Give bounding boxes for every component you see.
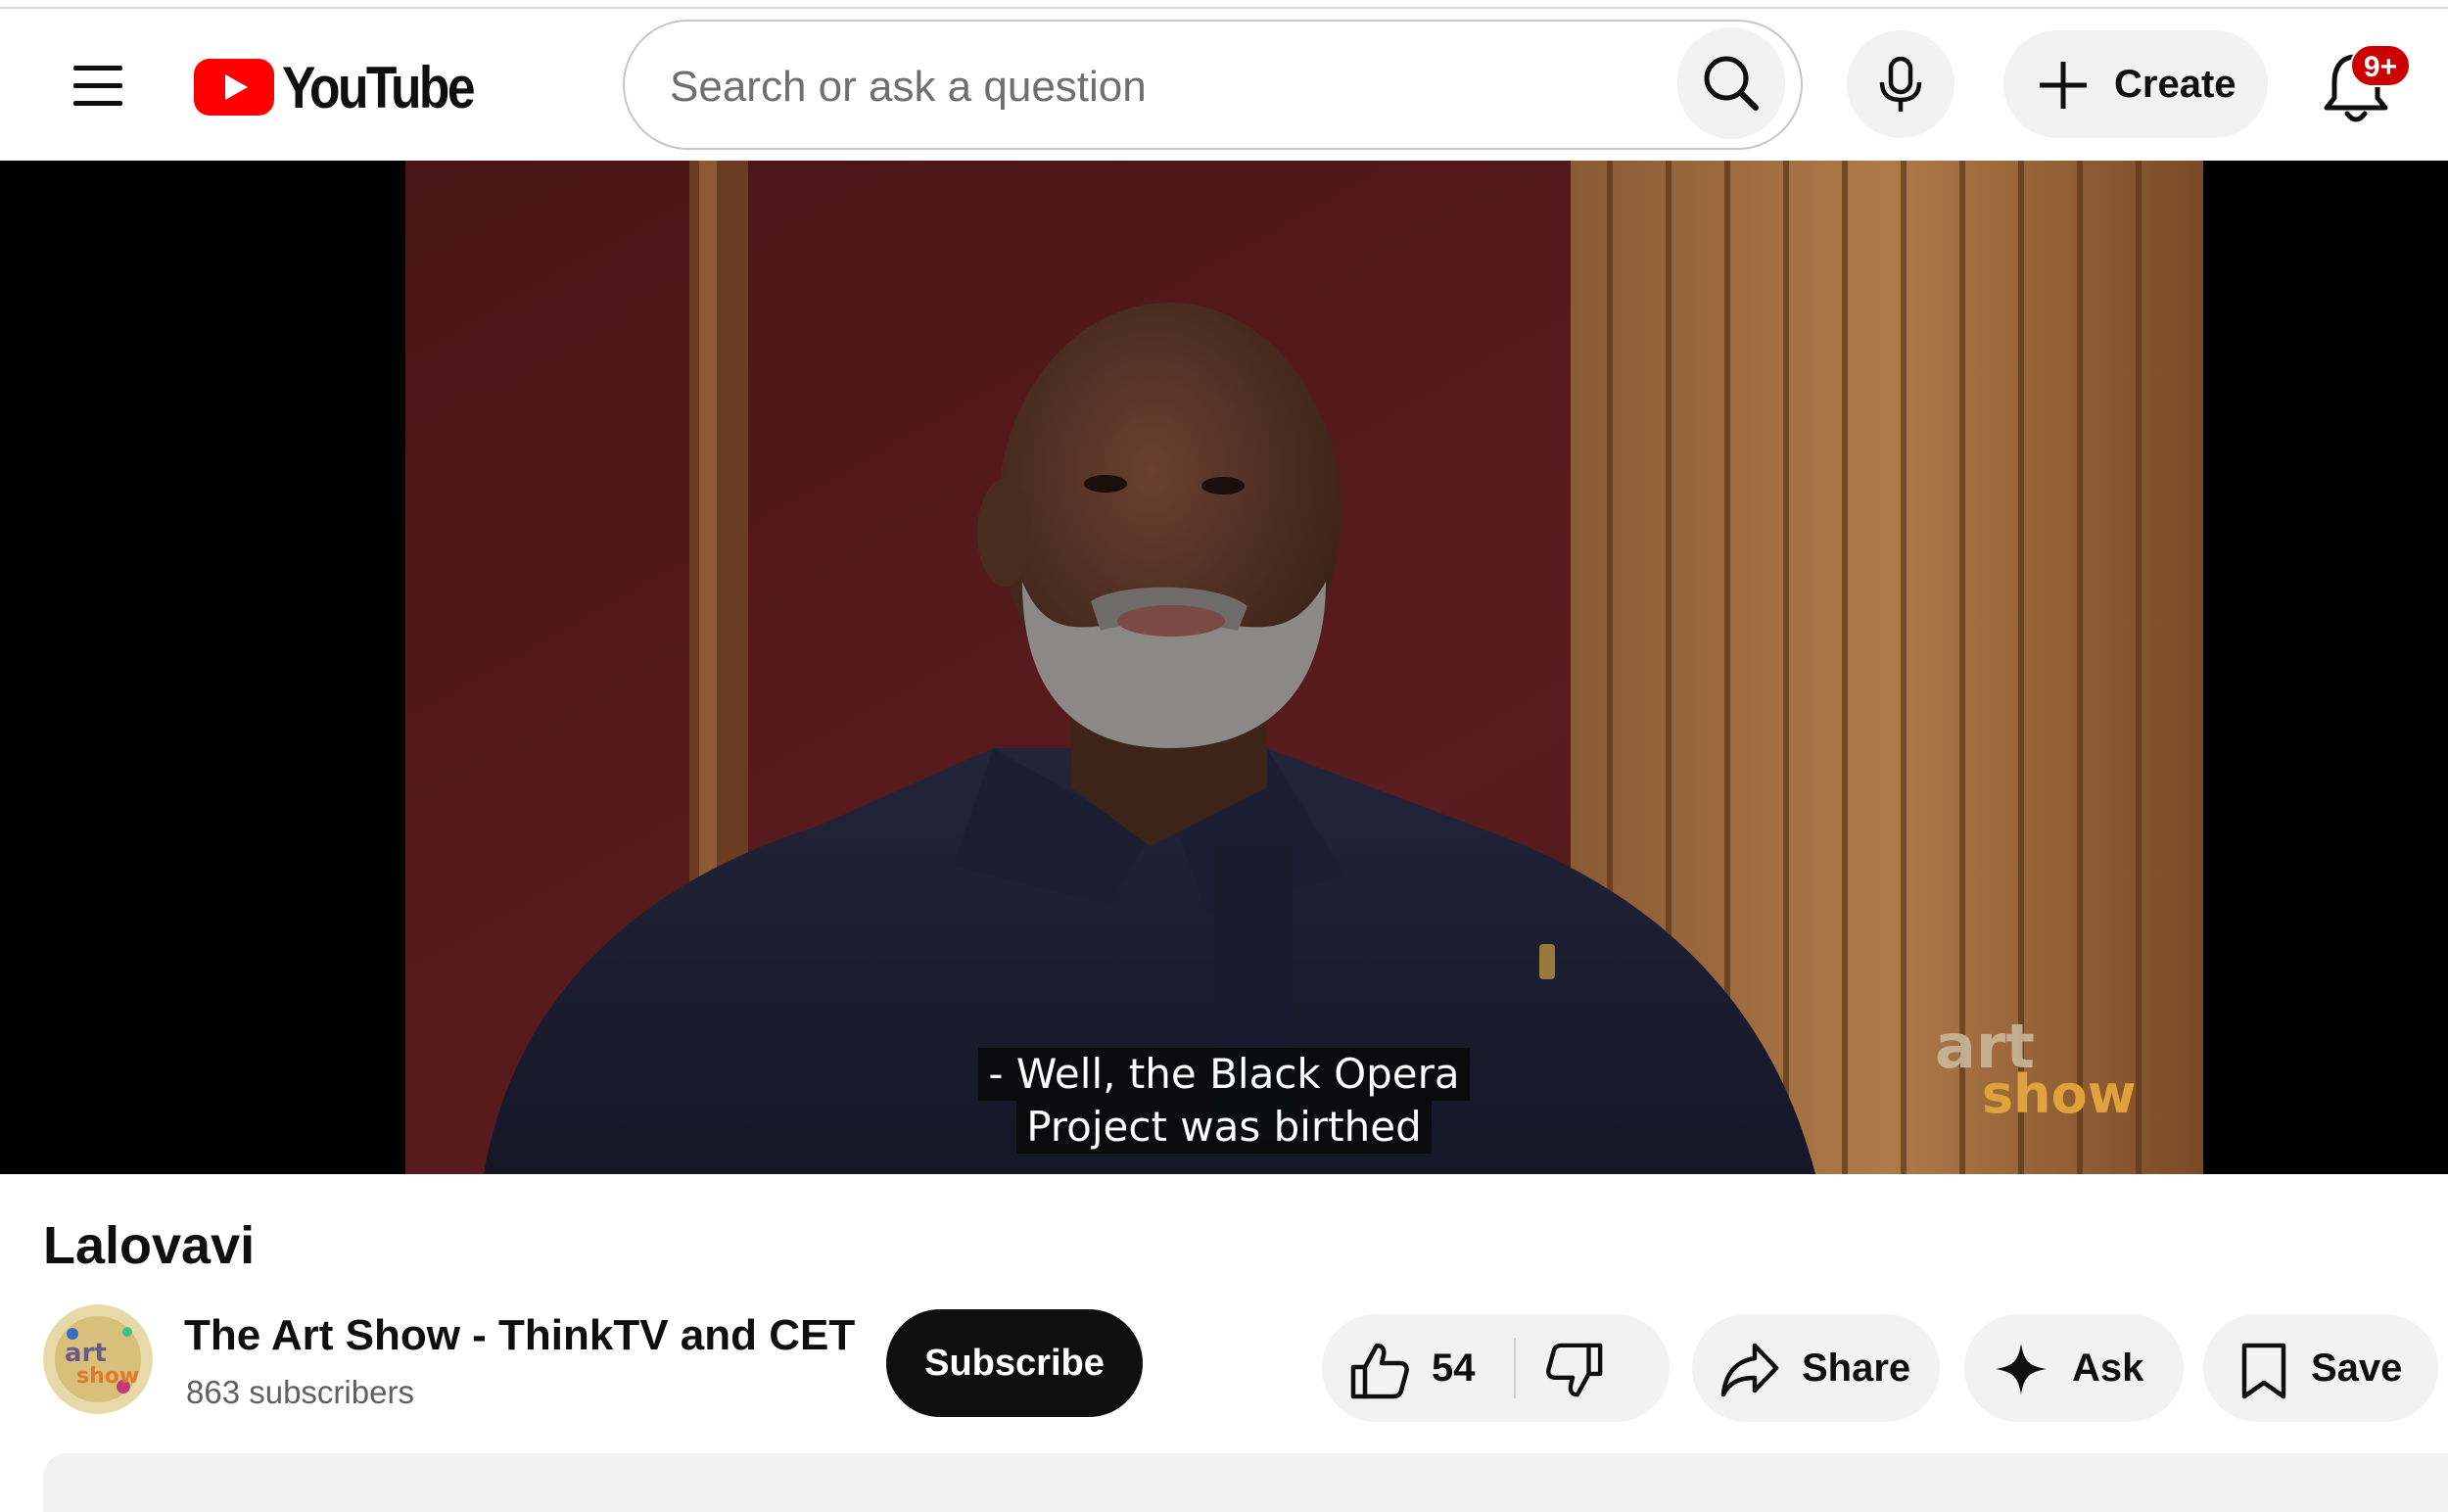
share-button[interactable]: Share [1692,1314,1940,1422]
video-player[interactable]: - Well, the Black Opera Project was birt… [0,161,2448,1174]
thumbs-up-icon [1350,1343,1409,1399]
dislike-button[interactable] [1516,1314,1670,1422]
svg-text:show: show [1982,1063,2137,1118]
plus-icon [2040,62,2087,109]
create-label: Create [2114,63,2236,106]
ask-button[interactable]: Ask [1964,1314,2184,1422]
hamburger-icon [73,66,122,106]
save-button[interactable]: Save [2203,1314,2438,1422]
search-button[interactable] [1677,27,1785,139]
voice-search-button[interactable] [1847,30,1954,138]
subtitle-line: Project was birthed [1016,1101,1432,1154]
video-frame [405,161,2203,1174]
sparkle-icon [1996,1344,2047,1394]
youtube-play-icon [194,59,274,116]
thumbs-down-icon [1546,1343,1603,1397]
share-label: Share [1802,1347,1911,1390]
notification-badge: 9+ [2350,44,2411,87]
top-divider [0,7,2448,9]
subtitle-line: - Well, the Black Opera [978,1048,1470,1101]
subscribe-button[interactable]: Subscribe [886,1309,1143,1417]
search-icon [1704,56,1759,111]
channel-watermark-logo: art show [1935,1011,2137,1118]
search-bar [623,20,1803,150]
menu-button[interactable] [61,49,135,123]
channel-name[interactable]: The Art Show - ThinkTV and CET [184,1308,855,1363]
like-button[interactable]: 54 [1322,1314,1514,1422]
channel-avatar[interactable]: art show [43,1304,153,1414]
video-still-image [405,161,2203,1174]
create-button[interactable]: Create [2003,30,2268,138]
youtube-logo[interactable]: YouTube [194,53,504,121]
description-box[interactable] [43,1453,2448,1512]
video-title: Lalovavi [43,1216,256,1275]
svg-text:show: show [76,1364,139,1389]
share-icon [1720,1343,1779,1397]
ask-label: Ask [2072,1347,2144,1390]
channel-avatar-image: art show [43,1304,153,1414]
subscriber-count: 863 subscribers [186,1374,414,1410]
save-label: Save [2311,1347,2403,1390]
bookmark-icon [2241,1343,2286,1399]
search-input[interactable] [668,51,1651,123]
microphone-icon [1879,57,1922,112]
like-count: 54 [1432,1347,1476,1390]
like-dislike-group: 54 [1322,1314,1670,1422]
logo-wordmark: YouTube [282,54,476,120]
